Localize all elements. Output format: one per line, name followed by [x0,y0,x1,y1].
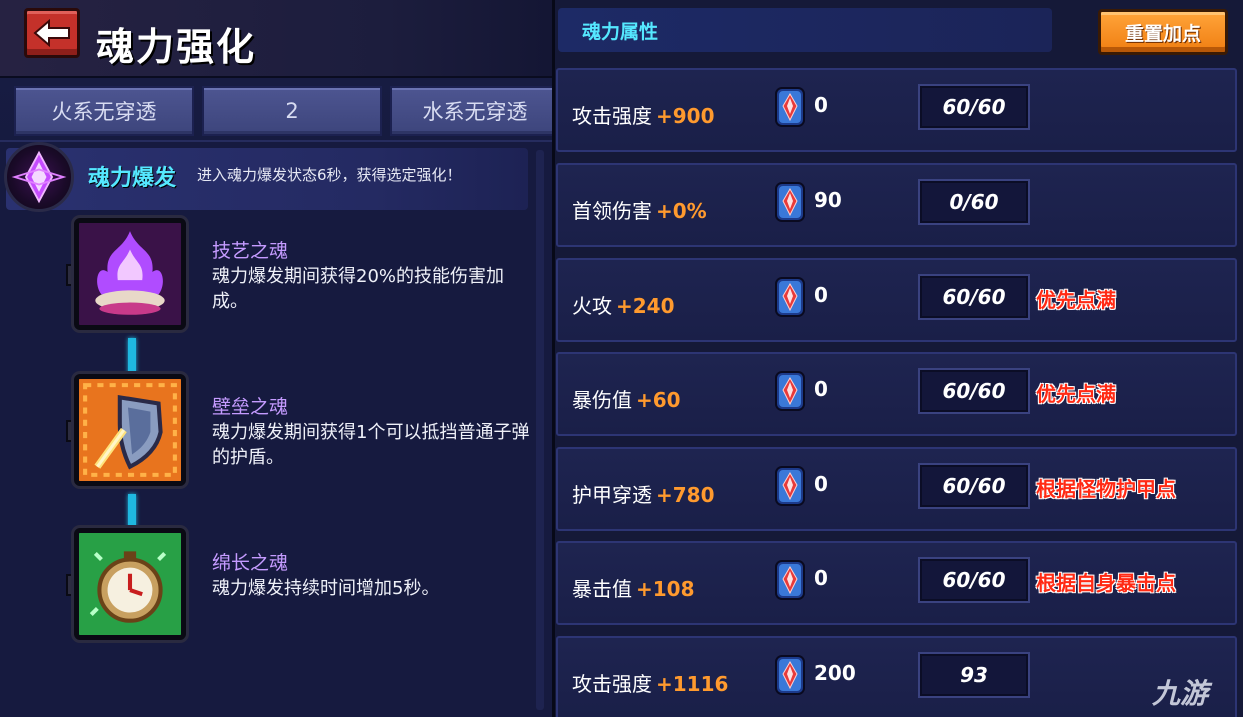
attribute-label: 攻击强度 [572,104,652,128]
attribute-name: 首领伤害 +0% [572,195,707,224]
gem-count: 0 [814,283,828,307]
attribute-label: 暴击值 [572,577,632,601]
soul-gem-icon [774,276,806,318]
attribute-row: 暴击值 +108 0 60/60 根据自身暴击点 [556,541,1237,625]
skill-name: 魂力爆发 [88,166,177,191]
reset-points-button[interactable]: 重置加点 [1098,9,1228,55]
annotation-note: 根据自身暴击点 [1036,571,1176,595]
soul-gem-icon [774,654,806,696]
back-button[interactable] [24,8,80,58]
attribute-bonus: +0% [656,199,707,223]
soul-gem-icon [774,559,806,601]
attribute-bonus: +60 [636,388,681,412]
attribute-row: 暴伤值 +60 0 60/60 优先点满 [556,352,1237,436]
attribute-row: 首领伤害 +0% 90 0/60 [556,163,1237,247]
soul-title: 绵长之魂 [212,552,289,574]
attribute-row: 火攻 +240 0 60/60 优先点满 [556,258,1237,342]
level-input[interactable]: 60/60 [918,274,1030,320]
stopwatch-icon[interactable] [74,528,186,640]
soul-gem-icon [774,181,806,223]
annotation-note: 优先点满 [1036,288,1116,312]
attribute-name: 暴击值 +108 [572,573,695,602]
attribute-label: 火攻 [572,294,612,318]
level-input[interactable]: 60/60 [918,557,1030,603]
soul-description: 魂力爆发期间获得20%的技能伤害加成。 [212,266,505,312]
soul-title: 技艺之魂 [212,240,289,262]
attribute-bonus: +108 [636,577,695,601]
attribute-label: 护甲穿透 [572,483,652,507]
left-arrow-icon [33,18,70,48]
soul-gem-icon [774,370,806,412]
tab-fire-no-pierce[interactable]: 火系无穿透 [14,86,194,136]
attribute-name: 火攻 +240 [572,290,675,319]
attribute-bonus: +240 [616,294,675,318]
attribute-bonus: +780 [656,483,715,507]
level-input[interactable]: 60/60 [918,463,1030,509]
gem-count: 200 [814,661,856,685]
soul-description: 魂力爆发期间获得1个可以抵挡普通子弹的护盾。 [212,422,530,468]
connector-line [128,494,136,528]
attribute-row: 攻击强度 +900 0 60/60 [556,68,1237,152]
soul-gem-icon [774,86,806,128]
soul-gem-icon [774,465,806,507]
annotation-note: 根据怪物护甲点 [1036,477,1176,501]
attributes-header-label: 魂力属性 [582,21,659,43]
attribute-name: 护甲穿透 +780 [572,479,715,508]
scrollbar[interactable] [536,150,544,710]
connector-line [128,338,136,374]
level-input[interactable]: 60/60 [918,84,1030,130]
soul-burst-crystal-icon [4,142,74,212]
tab-water-no-pierce[interactable]: 水系无穿透 [390,86,560,136]
attribute-name: 攻击强度 +900 [572,100,715,129]
level-input[interactable]: 93 [918,652,1030,698]
title-bar: 魂力强化 [0,0,552,78]
gem-count: 0 [814,566,828,590]
gem-count: 0 [814,377,828,401]
attribute-name: 攻击强度 +1116 [572,668,728,697]
gem-count: 0 [814,93,828,117]
level-input[interactable]: 0/60 [918,179,1030,225]
skill-description: 进入魂力爆发状态6秒，获得选定强化！ [197,166,462,184]
attribute-label: 暴伤值 [572,388,632,412]
tab-2[interactable]: 2 [202,86,382,136]
attribute-row: 攻击强度 +1116 200 93 [556,636,1237,717]
attribute-bonus: +1116 [656,672,729,696]
soul-title: 壁垒之魂 [212,396,289,418]
gem-count: 0 [814,472,828,496]
gem-count: 90 [814,188,842,212]
annotation-note: 优先点满 [1036,382,1116,406]
soul-description: 魂力爆发持续时间增加5秒。 [212,578,440,599]
attribute-name: 暴伤值 +60 [572,384,681,413]
purple-flame-icon[interactable] [74,218,186,330]
shield-icon[interactable] [74,374,186,486]
attribute-row: 护甲穿透 +780 0 60/60 根据怪物护甲点 [556,447,1237,531]
page-title: 魂力强化 [96,25,257,69]
attribute-label: 攻击强度 [572,672,652,696]
watermark-logo: 九游 [1152,677,1209,710]
attribute-label: 首领伤害 [572,199,652,223]
level-input[interactable]: 60/60 [918,368,1030,414]
attribute-bonus: +900 [656,104,715,128]
